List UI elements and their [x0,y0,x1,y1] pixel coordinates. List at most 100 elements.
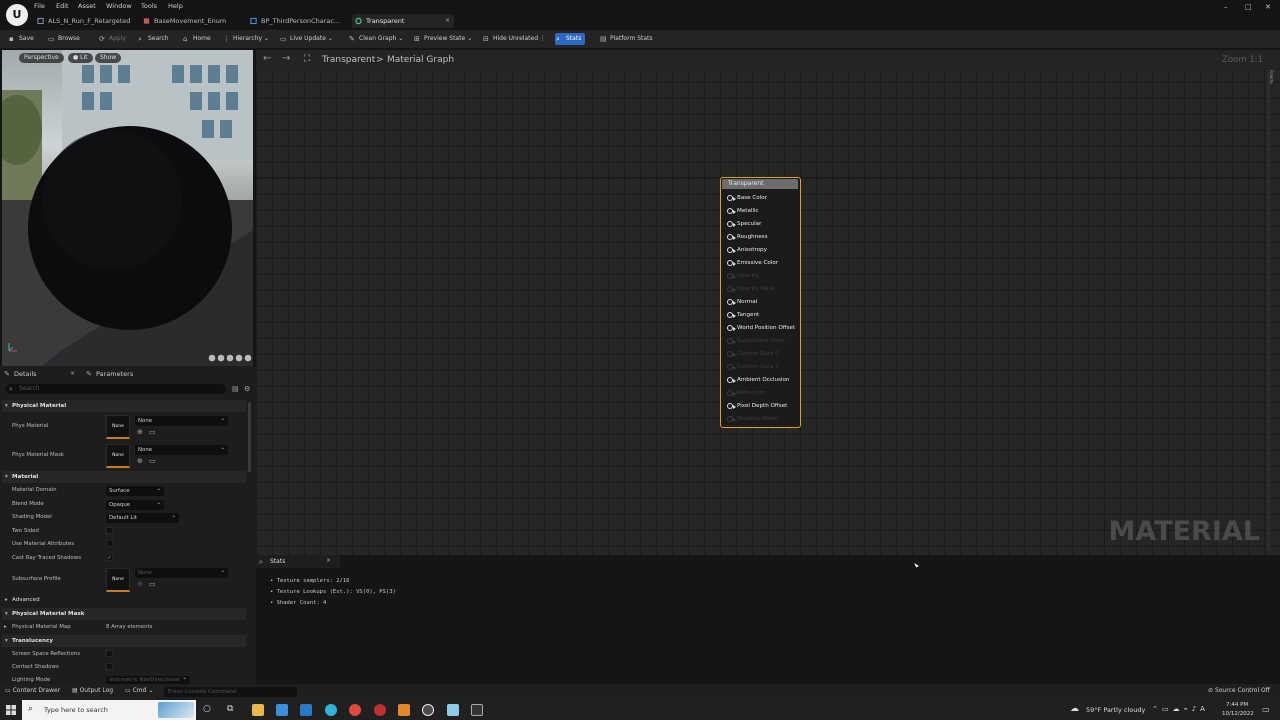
preview-viewport[interactable]: Perspective ● Lit Show [2,50,253,366]
blend-mode-dropdown[interactable]: Opaque [106,498,164,510]
node-pin[interactable]: Custom Data 0 [727,350,779,358]
node-pin[interactable]: Emissive Color [727,259,778,267]
unreal-taskbar-icon[interactable] [422,704,434,716]
store-icon[interactable] [276,704,288,716]
tab-bp-third-person[interactable]: BP_ThirdPersonCharac... [247,14,347,28]
search-button[interactable]: ⌕ Search [137,33,169,45]
preview-state-button[interactable]: ⊞ Preview State ⌄ [413,33,472,45]
section-physical-material-mask[interactable]: Physical Material Mask [2,608,246,620]
section-physical-material[interactable]: Physical Material [2,400,246,412]
taskbar-time[interactable]: 7:44 PM [1226,702,1248,708]
stats-tab[interactable]: ⌕ Stats × [256,555,340,568]
content-drawer-button[interactable]: ▭ Content Drawer [5,687,60,694]
node-pin[interactable]: Metallic [727,207,759,215]
back-arrow-icon[interactable]: ← [263,53,271,64]
notepad-icon[interactable] [447,704,459,716]
tab-close-icon[interactable]: × [445,14,450,28]
save-button[interactable]: ▪ Save [8,33,34,45]
cortana-icon[interactable]: ○ [203,704,211,714]
task-view-icon[interactable]: ⧉ [227,704,233,714]
contact-shadows-checkbox[interactable] [106,663,113,670]
edge-icon[interactable] [325,704,337,716]
menu-tools[interactable]: Tools [141,2,157,10]
phys-material-thumbnail[interactable]: None [106,415,130,439]
node-pin[interactable]: Pixel Depth Offset [727,402,787,410]
menu-edit[interactable]: Edit [56,2,69,10]
notifications-icon[interactable]: ▭ [1262,705,1270,714]
lit-button[interactable]: ● Lit [68,53,93,63]
app-icon-red[interactable] [374,704,386,716]
stats-button[interactable]: ⌕ Stats [555,33,586,45]
tab-base-movement-enum[interactable]: BaseMovement_Enum [140,14,250,28]
two-sided-checkbox[interactable] [106,527,113,534]
subsurface-profile-thumbnail[interactable]: None [106,568,130,592]
node-pin[interactable]: Tangent [727,311,759,319]
blender-icon[interactable] [398,704,410,716]
details-search-input[interactable]: ⌕ Search [5,384,226,394]
browse-to-asset-icon[interactable]: ⊕ [137,580,145,588]
node-pin[interactable]: Normal [727,298,757,306]
terminal-icon[interactable] [471,704,483,716]
source-control-button[interactable]: ⊘ Source Control Off [1208,687,1270,694]
node-pin[interactable]: Refraction [727,389,766,397]
phys-material-mask-thumbnail[interactable]: None [106,444,130,468]
browse-button[interactable]: ▭ Browse [47,33,80,45]
graph-scrollbar[interactable] [1267,70,1270,550]
taskbar-date[interactable]: 10/12/2022 [1222,711,1254,717]
browse-to-asset-icon[interactable]: ⊕ [137,457,145,465]
use-material-attributes-checkbox[interactable] [106,540,113,547]
phys-material-mask-dropdown[interactable]: None [135,443,228,455]
folder-icon[interactable]: ▭ [149,428,157,436]
material-result-node[interactable]: Transparent Base Color Metallic Specular Ro… [720,177,801,428]
node-pin[interactable]: Opacity Mask [727,285,775,293]
apply-button[interactable]: ⟳ Apply [98,33,126,45]
breadcrumb-root[interactable]: Transparent [322,55,375,65]
unreal-logo-icon[interactable]: U [6,4,28,26]
menu-asset[interactable]: Asset [78,2,96,10]
breadcrumb-leaf[interactable]: Material Graph [387,55,454,65]
minimize-icon[interactable]: – [1224,3,1228,11]
platform-stats-button[interactable]: ▤ Platform Stats [599,33,653,45]
lighting-mode-dropdown[interactable]: Volumetric NonDirectional [106,676,190,684]
folder-icon[interactable]: ▭ [149,580,157,588]
list-view-icon[interactable]: ▤ [232,385,240,393]
menu-window[interactable]: Window [106,2,132,10]
node-pin[interactable]: Opacity [727,272,759,280]
output-log-button[interactable]: ▤ Output Log [72,687,113,694]
shading-model-dropdown[interactable]: Default Lit [106,511,179,523]
hierarchy-button[interactable]: ⋮ Hierarchy ⌄ [222,33,269,45]
windows-start-icon[interactable] [6,705,16,715]
system-tray-icons[interactable]: ⌃▭☁⌁♪A [1152,705,1209,713]
tab-transparent[interactable]: Transparent × [352,14,454,28]
cmd-button[interactable]: ▭ Cmd ⌄ [125,687,153,694]
details-close-icon[interactable]: × [70,370,75,377]
section-material[interactable]: Material [2,471,246,483]
tab-details[interactable]: ✎ Details [4,368,37,380]
node-pin[interactable]: World Position Offset [727,324,795,332]
screen-space-reflections-checkbox[interactable] [106,650,113,657]
file-explorer-icon[interactable] [252,704,264,716]
tab-parameters[interactable]: ✎ Parameters [86,368,133,380]
node-pin[interactable]: Base Color [727,194,767,202]
node-pin[interactable]: Subsurface Color [727,337,785,345]
section-advanced[interactable]: Advanced [2,594,246,606]
tab-als-run[interactable]: ALS_N_Run_F_Retargeted [34,14,134,28]
menu-help[interactable]: Help [168,2,183,10]
gear-icon[interactable]: ⚙ [244,385,252,393]
maximize-icon[interactable]: □ [1245,3,1252,11]
console-command-input[interactable]: Enter Console Command [164,687,297,697]
node-pin[interactable]: Ambient Occlusion [727,376,789,384]
section-translucency[interactable]: Translucency [2,635,246,647]
show-button[interactable]: Show [95,53,122,63]
perspective-button[interactable]: Perspective [19,53,64,63]
clean-graph-button[interactable]: ✎ Clean Graph ⌄ [348,33,403,45]
preview-shape-buttons[interactable] [208,354,253,363]
material-domain-dropdown[interactable]: Surface [106,484,164,496]
mail-icon[interactable] [300,704,312,716]
node-pin[interactable]: Shading Model [727,415,778,423]
stats-close-icon[interactable]: × [326,557,331,564]
node-pin[interactable]: Anisotropy [727,246,767,254]
taskbar-search-input[interactable]: ⌕ Type here to search [22,700,196,720]
chrome-icon[interactable] [349,704,361,716]
phys-material-dropdown[interactable]: None [135,414,228,426]
